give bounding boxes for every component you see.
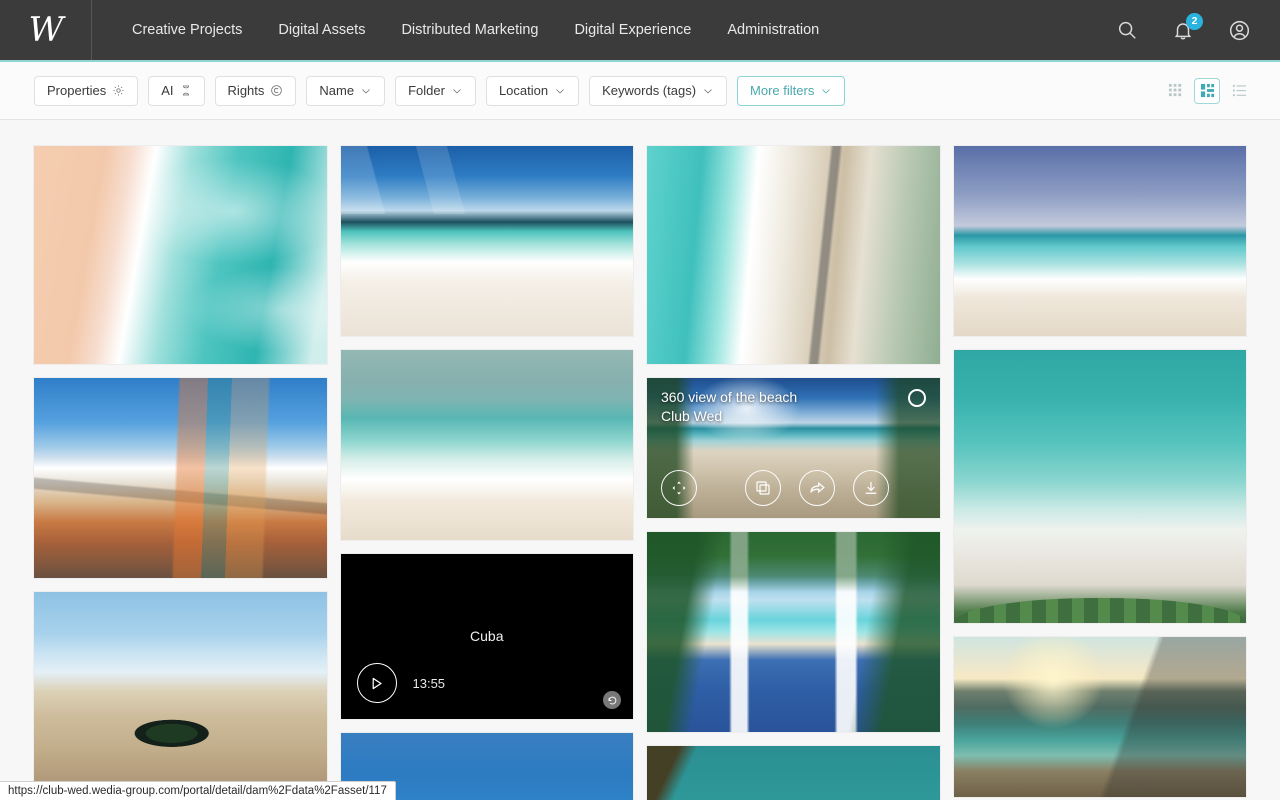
download-icon [862, 479, 880, 497]
filter-chip-ai-label: AI [161, 83, 173, 98]
chevron-down-icon [554, 85, 566, 97]
asset-card-colorful-caribbean-houses[interactable] [34, 378, 327, 578]
play-icon [369, 676, 384, 691]
asset-card-turquoise-aerial-shore[interactable] [954, 350, 1247, 623]
asset-grid-area[interactable]: Cuba 13:55 [0, 120, 1280, 800]
nav-item-distributed-marketing[interactable]: Distributed Marketing [383, 0, 556, 60]
video-corner-action-button[interactable] [603, 691, 621, 709]
nav-item-administration[interactable]: Administration [709, 0, 837, 60]
asset-card-beach-wave-blue-sky[interactable] [341, 146, 634, 336]
chevron-down-icon [451, 85, 463, 97]
asset-thumbnail [647, 146, 940, 364]
play-button[interactable] [357, 663, 397, 703]
asset-thumbnail [341, 350, 634, 540]
list-icon [1232, 83, 1247, 98]
asset-thumbnail [954, 350, 1247, 623]
share-arrow-icon [808, 479, 827, 498]
mosaic-icon [1200, 83, 1215, 98]
asset-card-aerial-coastline-road[interactable] [647, 146, 940, 364]
filter-chip-folder-label: Folder [408, 83, 445, 98]
filter-chip-rights-label: Rights [228, 83, 265, 98]
main-nav: Creative Projects Digital Assets Distrib… [92, 0, 837, 60]
video-title: Cuba [341, 628, 634, 644]
view-mode-mosaic[interactable] [1194, 78, 1220, 104]
more-filters-label: More filters [750, 83, 814, 98]
view-mode-toggle-group [1162, 78, 1252, 104]
filter-chip-keywords[interactable]: Keywords (tags) [589, 76, 727, 106]
pan-360-button[interactable] [661, 470, 697, 506]
notifications-button[interactable]: 2 [1160, 7, 1206, 53]
selection-circle[interactable] [908, 389, 926, 407]
asset-thumbnail [34, 378, 327, 578]
chevron-down-icon [360, 85, 372, 97]
copy-icon [754, 479, 772, 497]
grid-column-1 [34, 146, 327, 783]
asset-card-teal-palms[interactable] [647, 746, 940, 800]
grid-dense-icon [1168, 83, 1183, 98]
nav-item-digital-experience[interactable]: Digital Experience [556, 0, 709, 60]
filter-chip-ai[interactable]: AI [148, 76, 204, 106]
grid-column-4 [954, 146, 1247, 797]
account-button[interactable] [1216, 7, 1262, 53]
share-button[interactable] [799, 470, 835, 506]
asset-card-sea-panorama[interactable] [341, 350, 634, 540]
asset-thumbnail [647, 746, 940, 800]
filter-chip-keywords-label: Keywords (tags) [602, 83, 696, 98]
asset-card-panorama-360-beach[interactable]: 360 view of the beach Club Wed [647, 378, 940, 518]
asset-card-aerial-surf-shoreline[interactable] [34, 146, 327, 364]
filter-toolbar: Properties AI Rights Name Folder Locatio… [0, 62, 1280, 120]
app-logo[interactable]: W [0, 0, 92, 60]
browser-status-bar: https://club-wed.wedia-group.com/portal/… [0, 781, 396, 800]
chevron-down-icon [820, 85, 832, 97]
view-mode-grid-dense[interactable] [1162, 78, 1188, 104]
filter-chip-properties-label: Properties [47, 83, 106, 98]
asset-thumbnail [34, 592, 327, 783]
nav-item-digital-assets[interactable]: Digital Assets [260, 0, 383, 60]
hourglass-icon [180, 84, 192, 97]
filter-chip-location-label: Location [499, 83, 548, 98]
view-mode-list[interactable] [1226, 78, 1252, 104]
filter-chip-name[interactable]: Name [306, 76, 385, 106]
video-controls: 13:55 [357, 663, 446, 703]
filter-chip-rights[interactable]: Rights [215, 76, 297, 106]
copyright-icon [270, 84, 283, 97]
refresh-corner-icon [607, 695, 618, 706]
filter-chip-folder[interactable]: Folder [395, 76, 476, 106]
nav-item-creative-projects[interactable]: Creative Projects [114, 0, 260, 60]
asset-thumbnail [341, 146, 634, 336]
video-duration: 13:55 [413, 676, 446, 691]
chevron-down-icon [702, 85, 714, 97]
move-arrows-icon [669, 478, 689, 498]
filter-chip-name-label: Name [319, 83, 354, 98]
more-filters-button[interactable]: More filters [737, 76, 845, 106]
user-avatar-icon [1228, 19, 1251, 42]
pano-card-actions [661, 470, 889, 506]
download-button[interactable] [853, 470, 889, 506]
asset-thumbnail [954, 146, 1247, 336]
wedia-w-logo-icon: W [29, 13, 63, 47]
nav-actions: 2 [1104, 0, 1280, 60]
filter-chip-location[interactable]: Location [486, 76, 579, 106]
filter-chip-properties[interactable]: Properties [34, 76, 138, 106]
status-bar-url: https://club-wed.wedia-group.com/portal/… [8, 785, 387, 797]
asset-card-palm-pier-walkway[interactable] [647, 532, 940, 732]
notification-badge: 2 [1186, 13, 1203, 30]
duplicate-button[interactable] [745, 470, 781, 506]
search-button[interactable] [1104, 7, 1150, 53]
asset-card-sunglasses-on-sand[interactable] [34, 592, 327, 783]
masonry-grid: Cuba 13:55 [34, 146, 1246, 800]
asset-card-overwater-bungalows-sunset[interactable] [954, 637, 1247, 797]
search-icon [1116, 19, 1138, 41]
grid-column-2: Cuba 13:55 [341, 146, 634, 800]
asset-thumbnail [647, 532, 940, 732]
asset-thumbnail [34, 146, 327, 364]
grid-column-3: 360 view of the beach Club Wed [647, 146, 940, 800]
asset-card-video-cuba[interactable]: Cuba 13:55 [341, 554, 634, 719]
top-navigation-bar: W Creative Projects Digital Assets Distr… [0, 0, 1280, 62]
asset-thumbnail [954, 637, 1247, 797]
gear-icon [112, 84, 125, 97]
asset-card-calm-sea-gradient-sky[interactable] [954, 146, 1247, 336]
